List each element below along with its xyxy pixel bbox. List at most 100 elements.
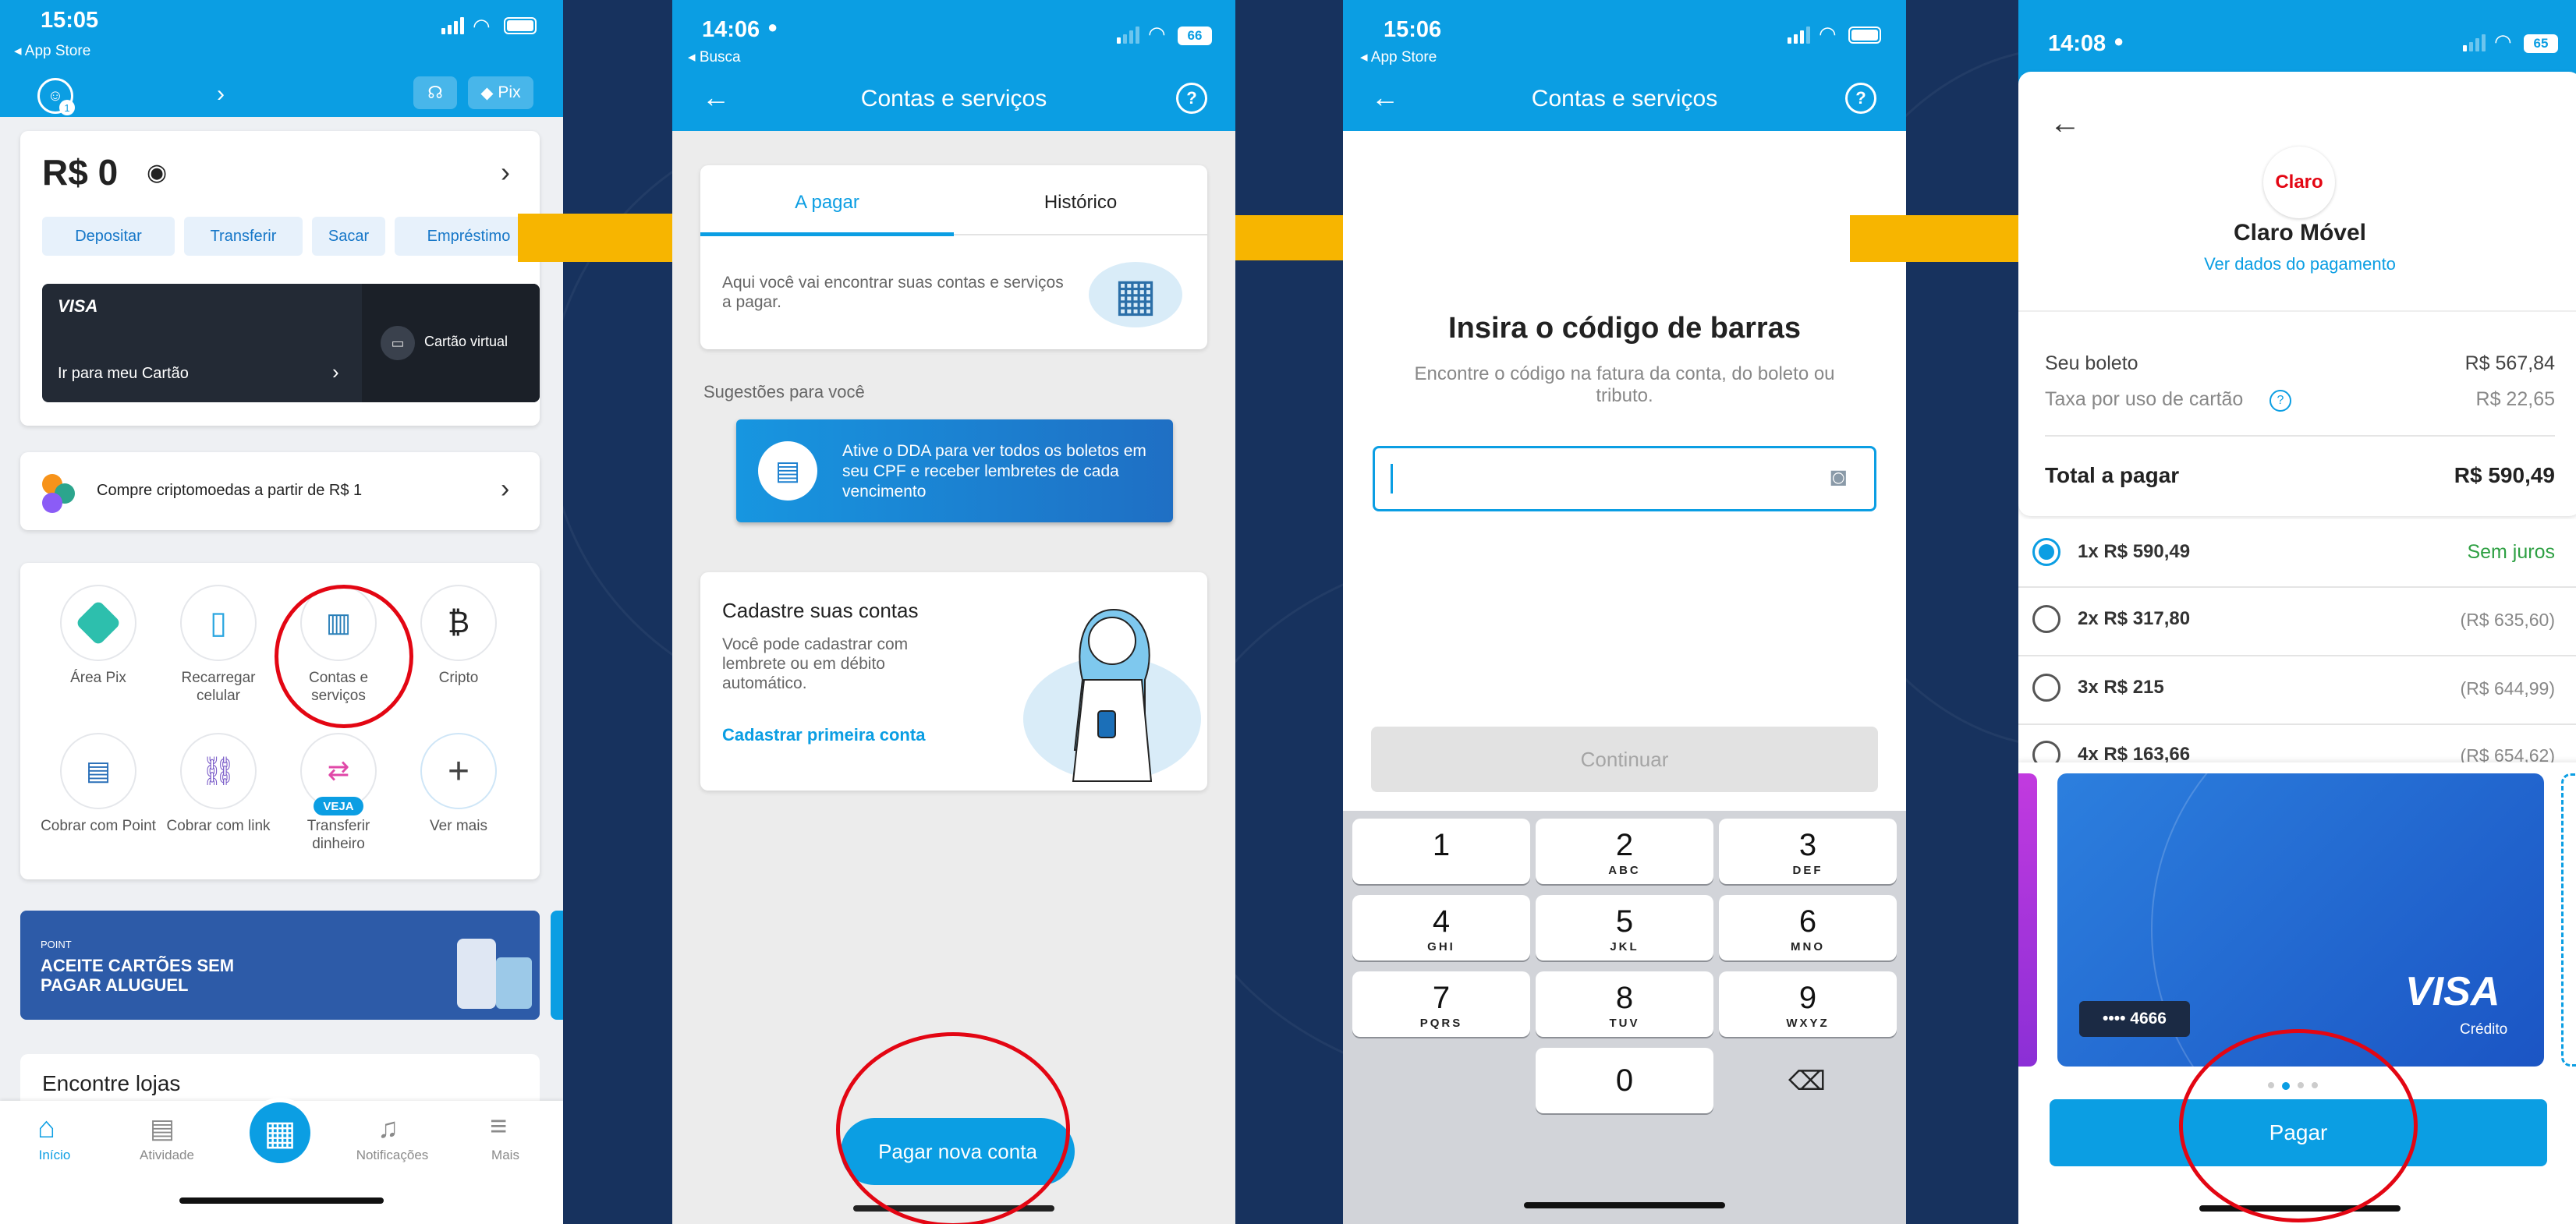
shortcut-area-pix[interactable]: [60, 585, 136, 661]
previous-card-peek[interactable]: [2018, 773, 2037, 1067]
nav-home[interactable]: Início: [0, 1148, 109, 1163]
shortcuts-grid: Área Pix ▯ Recarregar celular ▥ Contas e…: [20, 563, 540, 879]
pay-new-bill-button[interactable]: Pagar nova conta: [841, 1118, 1075, 1185]
home-indicator: [2199, 1205, 2401, 1212]
help-icon[interactable]: ?: [1176, 83, 1207, 114]
installment-radio[interactable]: [2032, 538, 2060, 566]
activity-icon[interactable]: ▤: [150, 1113, 175, 1144]
key-0[interactable]: 0: [1536, 1048, 1713, 1113]
installment-option[interactable]: 1x R$ 590,49: [2078, 541, 2190, 563]
notification-count-badge: 1: [59, 100, 75, 115]
home-icon[interactable]: ⌂: [37, 1112, 55, 1145]
signal-icon: [1788, 27, 1810, 44]
dda-banner[interactable]: ▤ Ative o DDA para ver todos os boletos …: [736, 419, 1173, 522]
divider: [2018, 655, 2576, 656]
divider: [2018, 723, 2576, 725]
wifi-icon: ◠: [1819, 22, 1837, 45]
carousel-dots: [2268, 1082, 2318, 1090]
back-arrow-icon[interactable]: ←: [2050, 106, 2081, 141]
chevron-right-icon[interactable]: ›: [501, 156, 510, 189]
barcode-heading: Insira o código de barras: [1448, 312, 1801, 345]
nav-notifications[interactable]: Notificações: [338, 1148, 447, 1163]
key-3[interactable]: 3 DEF: [1719, 819, 1897, 884]
installment-option[interactable]: 2x R$ 317,80: [2078, 608, 2190, 630]
camera-icon[interactable]: ◙: [1830, 462, 1847, 493]
credit-card-widget[interactable]: VISA Ir para meu Cartão › ▭ Cartão virtu…: [42, 284, 540, 402]
installment-option[interactable]: 3x R$ 215: [2078, 677, 2164, 699]
shortcut-label: Cripto: [438, 670, 479, 686]
installment-radio[interactable]: [2032, 674, 2060, 702]
plus-icon: +: [447, 750, 470, 792]
shortcut-crypto[interactable]: ₿: [420, 585, 497, 661]
shortcut-point[interactable]: ▤: [60, 733, 136, 809]
back-to-app-store[interactable]: ◂ App Store: [1360, 48, 1437, 66]
installment-option[interactable]: 4x R$ 163,66: [2078, 744, 2190, 762]
withdraw-button[interactable]: Sacar: [312, 217, 385, 256]
key-7[interactable]: 7 PQRS: [1352, 971, 1530, 1037]
dda-text: Ative o DDA para ver todos os boletos em…: [842, 442, 1146, 501]
bell-icon[interactable]: ♫: [377, 1112, 399, 1144]
barcode-input[interactable]: ◙: [1373, 446, 1876, 511]
fee-value: R$ 22,65: [2475, 388, 2555, 410]
key-9[interactable]: 9 WXYZ: [1719, 971, 1897, 1037]
selected-card[interactable]: •••• 4666 VISA Crédito: [2057, 773, 2544, 1067]
point-device-image: [496, 957, 532, 1009]
card-link: Ir para meu Cartão: [58, 365, 189, 382]
menu-icon[interactable]: ≡: [490, 1110, 507, 1144]
visa-logo: VISA: [58, 296, 98, 316]
key-5[interactable]: 5 JKL: [1536, 895, 1713, 960]
nav-activity[interactable]: Atividade: [112, 1148, 221, 1163]
register-card: Cadastre suas contas Você pode cadastrar…: [700, 572, 1207, 791]
payment-summary: ← Claro Claro Móvel Ver dados do pagamen…: [2018, 72, 2576, 516]
key-4[interactable]: 4 GHI: [1352, 895, 1530, 960]
installment-total: Sem juros: [2467, 541, 2555, 563]
installment-radio[interactable]: [2032, 741, 2060, 762]
new-badge: VEJA: [314, 797, 363, 815]
numeric-keypad: 1 2 ABC 3 DEF 4 GHI 5 JKL 6 MNO 7 PQRS 8 TUV 9W…: [1343, 811, 1906, 1224]
nav-more[interactable]: Mais: [451, 1148, 560, 1163]
key-1[interactable]: 1: [1352, 819, 1530, 884]
shortcut-label: Ver mais: [430, 818, 487, 834]
help-icon[interactable]: ?: [1845, 83, 1876, 114]
qr-code-icon[interactable]: ▦: [245, 1098, 315, 1168]
divider: [2018, 586, 2576, 588]
eye-icon[interactable]: ◉: [147, 159, 167, 186]
installment-radio[interactable]: [2032, 605, 2060, 633]
shortcut-recharge[interactable]: ▯: [180, 585, 257, 661]
pix-button[interactable]: ◆ Pix: [468, 76, 533, 109]
key-6[interactable]: 6 MNO: [1719, 895, 1897, 960]
status-time: 15:06: [1384, 17, 1442, 42]
total-label: Total a pagar: [2045, 463, 2180, 487]
installment-total: (R$ 644,99): [2460, 678, 2555, 699]
chevron-right-icon[interactable]: ›: [217, 81, 225, 108]
shortcut-more[interactable]: +: [420, 733, 497, 809]
view-payment-data-link[interactable]: Ver dados do pagamento: [2018, 254, 2576, 274]
info-icon[interactable]: ?: [2270, 390, 2291, 412]
backspace-icon[interactable]: ⌫: [1780, 1062, 1834, 1101]
woman-illustration: [1072, 608, 1153, 782]
pay-button[interactable]: Pagar: [2050, 1099, 2547, 1166]
continue-button[interactable]: Continuar: [1371, 727, 1878, 792]
add-card-peek[interactable]: [2561, 773, 2576, 1067]
installments-list: 1x R$ 590,49 Sem juros 2x R$ 317,80 (R$ …: [2018, 519, 2576, 762]
key-8[interactable]: 8 TUV: [1536, 971, 1713, 1037]
crypto-banner[interactable]: Compre criptomoedas a partir de R$ 1 ›: [20, 452, 540, 530]
transfer-button[interactable]: Transferir: [184, 217, 303, 256]
tab-to-pay[interactable]: A pagar: [700, 192, 954, 214]
deposit-button[interactable]: Depositar: [42, 217, 175, 256]
signal-icon: [441, 17, 464, 34]
register-link[interactable]: Cadastrar primeira conta: [722, 725, 925, 745]
shortcut-bills[interactable]: ▥: [300, 585, 377, 661]
back-to-search[interactable]: ◂ Busca: [688, 48, 741, 66]
boleto-value: R$ 567,84: [2464, 352, 2555, 374]
shortcut-link[interactable]: ⛓: [180, 733, 257, 809]
key-2[interactable]: 2 ABC: [1536, 819, 1713, 884]
balance: R$ 0: [42, 152, 119, 193]
back-to-app-store[interactable]: ◂ App Store: [14, 42, 90, 60]
point-banner[interactable]: POINT ACEITE CARTÕES SEM PAGAR ALUGUEL: [20, 911, 540, 1020]
tab-history[interactable]: Histórico: [954, 192, 1207, 214]
page-title: Contas e serviços: [860, 86, 1047, 111]
fee-label: Taxa por uso de cartão: [2045, 388, 2244, 410]
support-icon[interactable]: ☊: [413, 76, 457, 109]
register-text: Você pode cadastrar com lembrete ou em d…: [722, 635, 909, 692]
